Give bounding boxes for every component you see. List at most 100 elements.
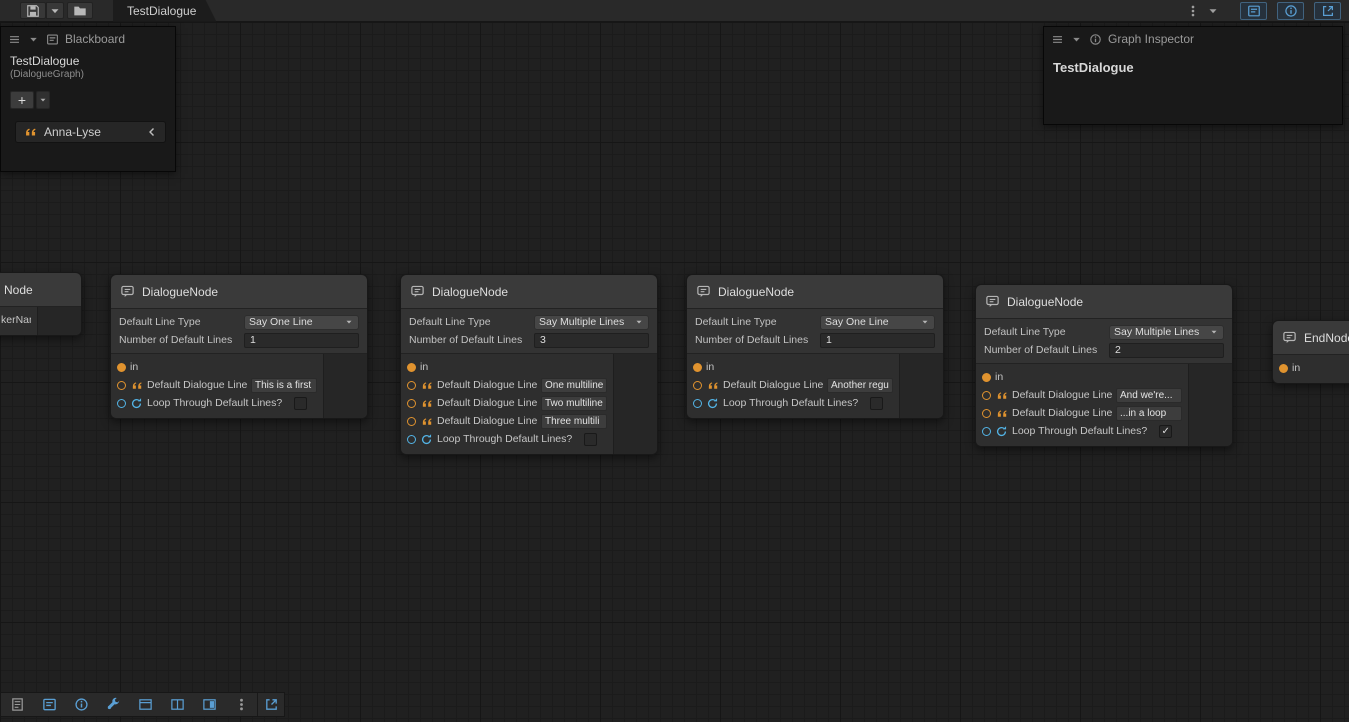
port-dot[interactable]	[693, 399, 702, 408]
tools-button[interactable]	[97, 693, 129, 716]
node-ports: in	[1273, 355, 1349, 383]
node-title-bar: DialogueNode	[401, 275, 657, 309]
dialogue-line-field[interactable]: Three multili	[541, 414, 607, 429]
graph-tab[interactable]: TestDialogue	[113, 0, 216, 22]
port-dot[interactable]	[407, 363, 416, 372]
toolbar-toggle-group	[1240, 2, 1341, 20]
add-variable-button[interactable]: +	[10, 91, 34, 109]
node-properties: Default Line TypeSay Multiple LinesNumbe…	[976, 319, 1232, 364]
port-dot[interactable]	[407, 435, 416, 444]
property-row: Default Line TypeSay Multiple Lines	[401, 313, 657, 331]
input-ports: inDefault Dialogue Line 1And we're...Def…	[976, 364, 1188, 446]
port-dot[interactable]	[1279, 364, 1288, 373]
add-variable-dropdown[interactable]	[36, 91, 50, 109]
chevron-down-icon	[634, 317, 644, 327]
number-of-lines-field[interactable]: 3	[534, 333, 649, 348]
dialogue-1-node[interactable]: DialogueNodeDefault Line TypeSay One Lin…	[110, 274, 368, 419]
blackboard-header[interactable]: Blackboard	[1, 27, 175, 51]
window-button[interactable]	[129, 693, 161, 716]
number-of-lines-field[interactable]: 1	[820, 333, 935, 348]
blackboard-variable-row[interactable]: Anna-Lyse	[15, 121, 166, 143]
dialogue-line-field[interactable]: ...in a loop	[1116, 406, 1182, 421]
port-dot[interactable]	[407, 381, 416, 390]
dropdown-value: Say One Line	[249, 316, 313, 328]
node-properties: Default Line TypeSay Multiple LinesNumbe…	[401, 309, 657, 354]
dialogue-line-field[interactable]: Two multiline	[541, 396, 607, 411]
expand-icon	[264, 697, 279, 712]
more-menu[interactable]	[225, 693, 257, 716]
port-label: Loop Through Default Lines?	[723, 397, 858, 409]
dialogue-4-node[interactable]: DialogueNodeDefault Line TypeSay Multipl…	[975, 284, 1233, 447]
output-ports	[37, 307, 81, 335]
port-dot[interactable]	[693, 363, 702, 372]
blackboard-header-icons	[8, 33, 59, 46]
toggle-blackboard[interactable]	[1240, 2, 1267, 20]
property-label: Default Line Type	[119, 316, 240, 328]
loop-checkbox[interactable]	[294, 397, 307, 410]
toolbar-left-group	[20, 2, 93, 19]
input-ports: in	[1273, 355, 1349, 383]
start-node[interactable]: NodekerName	[0, 272, 82, 336]
loop-checkbox[interactable]	[1159, 425, 1172, 438]
file-button[interactable]	[1, 693, 33, 716]
line-type-dropdown[interactable]: Say One Line	[820, 315, 935, 330]
port-dot[interactable]	[117, 363, 126, 372]
blackboard-add-row: +	[1, 86, 175, 114]
loop-checkbox[interactable]	[584, 433, 597, 446]
save-button[interactable]	[20, 2, 46, 19]
loop-icon	[995, 425, 1008, 438]
input-port-row: kerName	[1, 311, 31, 329]
graph-canvas[interactable]: Blackboard TestDialogue (DialogueGraph) …	[0, 22, 1349, 722]
open-graph-button[interactable]	[67, 2, 93, 19]
property-label: Number of Default Lines	[984, 344, 1105, 356]
port-dot[interactable]	[407, 417, 416, 426]
options-menu[interactable]	[1180, 2, 1206, 19]
dialogue-line-field[interactable]: One multiline	[541, 378, 607, 393]
port-dot[interactable]	[407, 399, 416, 408]
inspector-header[interactable]: Graph Inspector	[1044, 27, 1342, 51]
port-label: Default Dialogue Line 1	[1012, 389, 1112, 401]
chevron-left-icon[interactable]	[146, 126, 158, 138]
input-ports: kerName	[0, 307, 37, 335]
hamburger-icon	[1051, 33, 1064, 46]
loop-icon	[130, 397, 143, 410]
board-icon	[1247, 4, 1261, 18]
port-dot[interactable]	[982, 409, 991, 418]
loop-checkbox[interactable]	[870, 397, 883, 410]
port-label: Loop Through Default Lines?	[437, 433, 572, 445]
dialogue-line-field[interactable]: Another regu	[827, 378, 893, 393]
node-title-bar: EndNode	[1273, 321, 1349, 355]
panels-button[interactable]	[161, 693, 193, 716]
port-dot[interactable]	[982, 373, 991, 382]
input-port-row: Loop Through Default Lines?	[693, 394, 893, 412]
input-port-row: Loop Through Default Lines?	[407, 430, 607, 448]
node-properties: Default Line TypeSay One LineNumber of D…	[111, 309, 367, 354]
expand-button[interactable]	[257, 693, 284, 716]
dialogue-line-field[interactable]: This is a first	[251, 378, 317, 393]
port-dot[interactable]	[982, 427, 991, 436]
line-type-dropdown[interactable]: Say Multiple Lines	[534, 315, 649, 330]
port-label: Default Dialogue Line 3	[437, 415, 537, 427]
dropdown-value: Say Multiple Lines	[539, 316, 624, 328]
end-node[interactable]: EndNodein	[1272, 320, 1349, 384]
toggle-preview[interactable]	[1314, 2, 1341, 20]
port-dot[interactable]	[117, 381, 126, 390]
preview-toggle[interactable]	[193, 693, 225, 716]
line-type-dropdown[interactable]: Say One Line	[244, 315, 359, 330]
options-dropdown[interactable]	[1204, 2, 1222, 19]
dialogue-2-node[interactable]: DialogueNodeDefault Line TypeSay Multipl…	[400, 274, 658, 455]
dialogue-3-node[interactable]: DialogueNodeDefault Line TypeSay One Lin…	[686, 274, 944, 419]
number-of-lines-field[interactable]: 2	[1109, 343, 1224, 358]
port-dot[interactable]	[982, 391, 991, 400]
chevron-down-icon	[344, 317, 354, 327]
toggle-graph-inspector[interactable]	[1277, 2, 1304, 20]
toggle-graph-inspector[interactable]	[65, 693, 97, 716]
dialogue-line-field[interactable]: And we're...	[1116, 388, 1182, 403]
port-dot[interactable]	[117, 399, 126, 408]
port-dot[interactable]	[693, 381, 702, 390]
graph-tab-label: TestDialogue	[127, 4, 196, 18]
toggle-blackboard[interactable]	[33, 693, 65, 716]
save-options-dropdown[interactable]	[46, 2, 64, 19]
number-of-lines-field[interactable]: 1	[244, 333, 359, 348]
line-type-dropdown[interactable]: Say Multiple Lines	[1109, 325, 1224, 340]
